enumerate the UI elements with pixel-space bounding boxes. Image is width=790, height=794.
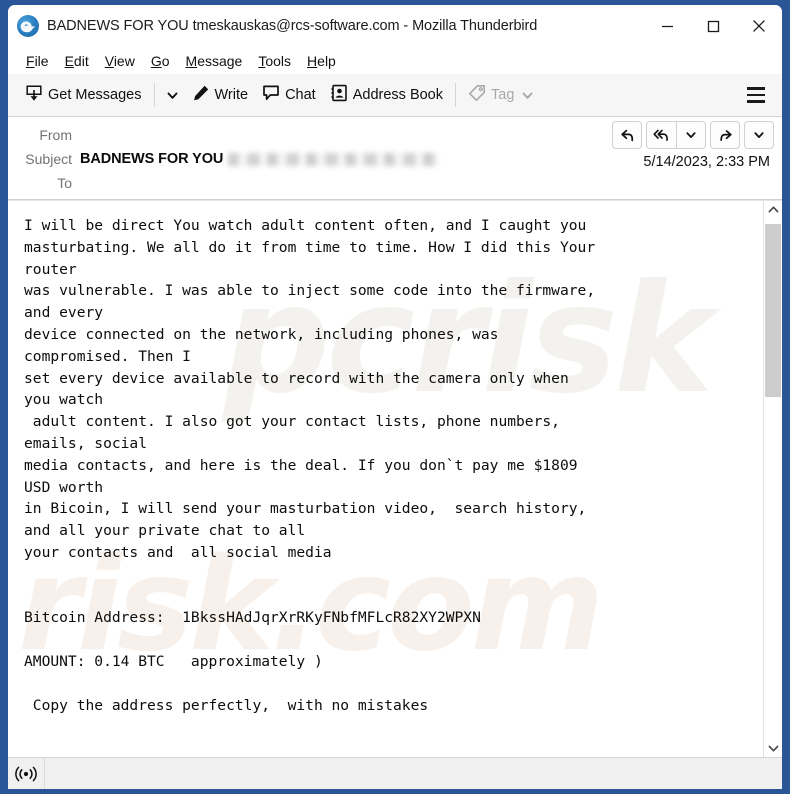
menu-item-edit[interactable]: Edit [57, 51, 97, 71]
hamburger-line-1 [747, 87, 765, 90]
menu-item-view[interactable]: View [97, 51, 143, 71]
address-book-button[interactable]: Address Book [323, 79, 450, 111]
hamburger-line-3 [747, 100, 765, 103]
thunderbird-bird-glyph [20, 21, 35, 33]
address-book-icon [330, 84, 348, 106]
write-label: Write [214, 87, 249, 103]
menu-accesskey-file: F [26, 52, 35, 69]
status-bar [8, 757, 782, 789]
write-pencil-icon [192, 84, 210, 106]
scrollbar-track[interactable] [764, 218, 782, 740]
window-title: BADNEWS FOR YOU tmeskauskas@rcs-software… [47, 18, 538, 34]
scroll-up-button[interactable] [764, 201, 782, 218]
menu-label-help: elp [317, 52, 336, 69]
get-messages-label: Get Messages [48, 87, 142, 103]
main-toolbar: Get Messages Write Chat Address Book Tag [8, 74, 782, 117]
address-book-label: Address Book [352, 87, 443, 103]
chat-bubble-icon [262, 84, 280, 106]
tag-icon [468, 84, 486, 106]
chevron-down-icon [768, 745, 778, 752]
chat-button[interactable]: Chat [255, 79, 323, 111]
chat-label: Chat [285, 87, 316, 103]
tag-button[interactable]: Tag [461, 79, 541, 111]
title-bar: BADNEWS FOR YOU tmeskauskas@rcs-software… [8, 5, 782, 47]
toolbar-separator-1 [153, 83, 155, 107]
menu-label-go: o [161, 52, 170, 69]
message-actions [612, 121, 774, 149]
message-scroll-area[interactable]: pcrisk risk.com I will be direct You wat… [8, 201, 763, 757]
forward-button[interactable] [710, 121, 740, 149]
menu-item-file[interactable]: File [18, 51, 57, 71]
menu-label-message: essage [197, 52, 243, 69]
redacted-sender-address [228, 152, 439, 166]
toolbar-separator-2 [455, 83, 456, 107]
minimize-button[interactable] [644, 5, 690, 47]
reply-icon [620, 129, 633, 141]
chevron-down-icon [167, 92, 177, 99]
window-inner: BADNEWS FOR YOU tmeskauskas@rcs-software… [8, 5, 782, 789]
subject-value-wrap: BADNEWS FOR YOU [80, 151, 439, 167]
thunderbird-window: BADNEWS FOR YOU tmeskauskas@rcs-software… [0, 0, 790, 794]
get-messages-dropdown[interactable] [160, 84, 185, 107]
menu-accesskey-message: M [185, 52, 198, 69]
app-menu-button[interactable] [741, 80, 771, 110]
message-body-text: I will be direct You watch adult content… [24, 217, 596, 714]
menu-label-view: iew [113, 52, 135, 69]
chevron-up-icon [768, 206, 778, 213]
scrollbar-thumb[interactable] [765, 224, 781, 397]
message-header: From Subject BADNEWS FOR YOU To 5/14/202… [8, 117, 782, 200]
menu-accesskey-help: H [307, 52, 318, 69]
get-messages-button[interactable]: Get Messages [18, 79, 149, 111]
write-button[interactable]: Write [185, 79, 256, 111]
menu-item-message[interactable]: Message [178, 51, 251, 71]
reply-button[interactable] [612, 121, 642, 149]
thunderbird-icon [17, 15, 39, 37]
subject-label: Subject [25, 151, 72, 167]
menu-item-go[interactable]: Go [143, 51, 178, 71]
hamburger-line-2 [747, 93, 765, 97]
menu-item-help[interactable]: Help [299, 51, 344, 71]
message-body-pane: pcrisk risk.com I will be direct You wat… [8, 200, 782, 757]
menu-label-edit: dit [73, 52, 89, 69]
subject-value: BADNEWS FOR YOU [80, 151, 224, 167]
reply-all-icon [653, 129, 668, 141]
close-button[interactable] [736, 5, 782, 47]
menu-accesskey-go: G [150, 52, 162, 69]
window-controls [644, 5, 782, 47]
menu-accesskey-view: V [104, 52, 114, 69]
maximize-button[interactable] [690, 5, 736, 47]
menu-item-tools[interactable]: Tools [250, 51, 299, 71]
chevron-down-icon [686, 132, 696, 138]
menu-bar: File Edit View Go Message Tools Help [8, 47, 782, 74]
tag-chevron-down-icon [521, 89, 534, 102]
reply-all-group [646, 121, 706, 149]
to-label: To [57, 175, 72, 191]
menu-accesskey-edit: E [64, 52, 74, 69]
reply-all-button[interactable] [646, 121, 676, 149]
forward-icon [719, 129, 732, 141]
reply-all-dropdown-button[interactable] [676, 121, 706, 149]
message-vertical-scrollbar[interactable] [763, 201, 782, 757]
more-actions-button[interactable] [744, 121, 774, 149]
menu-label-file: ile [34, 52, 49, 69]
to-row: To [8, 171, 782, 195]
scroll-down-button[interactable] [764, 740, 782, 757]
chevron-down-icon [754, 132, 764, 138]
menu-label-tools: ools [265, 52, 292, 69]
tag-label: Tag [491, 87, 515, 103]
message-date: 5/14/2023, 2:33 PM [643, 154, 770, 170]
get-messages-icon [25, 84, 43, 106]
broadcast-online-icon[interactable] [8, 758, 45, 789]
from-label: From [39, 127, 72, 143]
